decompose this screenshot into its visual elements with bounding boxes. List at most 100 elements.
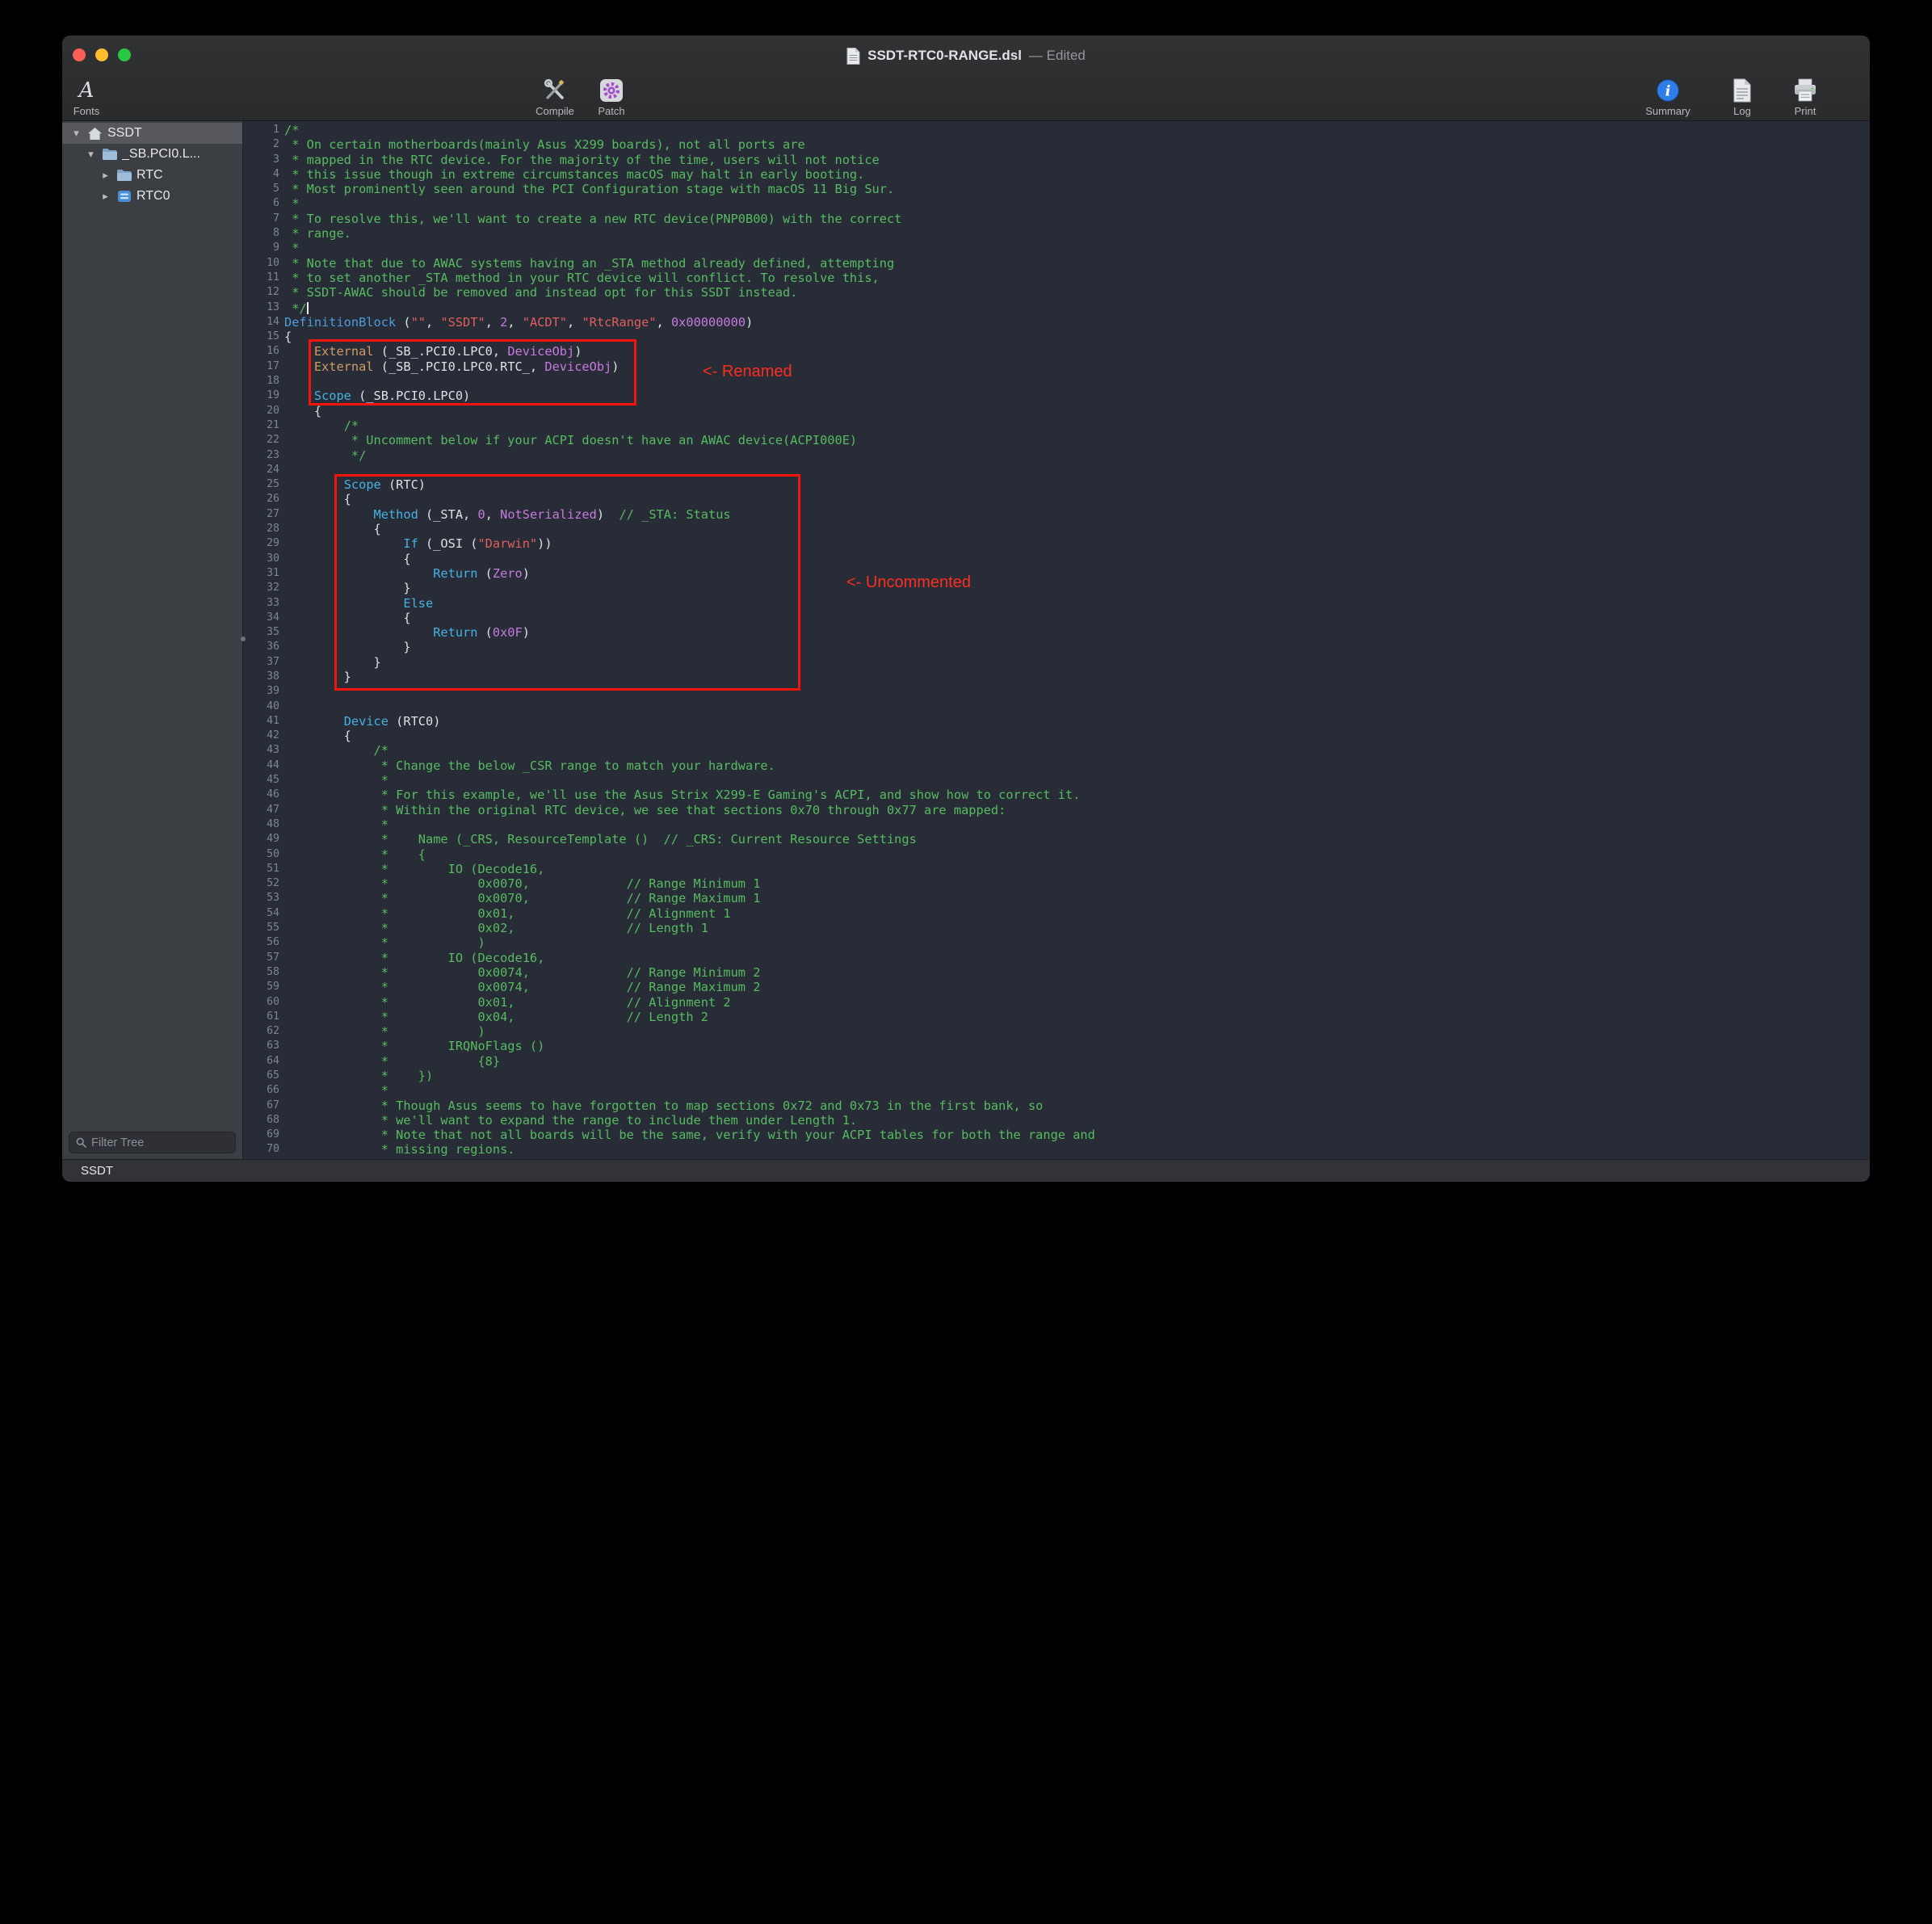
line-content (281, 684, 284, 699)
chevron-right-icon[interactable]: ▸ (99, 190, 111, 203)
filter-tree-field[interactable] (69, 1132, 236, 1153)
code-line[interactable]: 42 { (244, 729, 1870, 743)
code-line[interactable]: 55 * 0x02, // Length 1 (244, 921, 1870, 935)
line-number: 27 (244, 507, 281, 522)
code-line[interactable]: 57 * IO (Decode16, (244, 951, 1870, 965)
code-line[interactable]: 52 * 0x0070, // Range Minimum 1 (244, 876, 1870, 891)
line-content: /* (281, 418, 359, 433)
sidebar-item-label: RTC (136, 168, 163, 183)
line-number: 69 (244, 1128, 281, 1142)
code-line[interactable]: 8 * range. (244, 226, 1870, 241)
line-content: * (281, 241, 299, 255)
code-line[interactable]: 41 Device (RTC0) (244, 714, 1870, 729)
code-line[interactable]: 60 * 0x01, // Alignment 2 (244, 995, 1870, 1010)
line-number: 9 (244, 241, 281, 255)
sidebar-item-rtc[interactable]: ▸ RTC (62, 165, 242, 186)
code-line[interactable]: 11 * to set another _STA method in your … (244, 271, 1870, 285)
text-cursor (307, 302, 309, 314)
code-line[interactable]: 43 /* (244, 743, 1870, 758)
chevron-down-icon[interactable]: ▾ (85, 148, 97, 161)
code-line[interactable]: 70 * missing regions. (244, 1142, 1870, 1157)
code-line[interactable]: 12 * SSDT-AWAC should be removed and ins… (244, 285, 1870, 300)
code-line[interactable]: 14DefinitionBlock ("", "SSDT", 2, "ACDT"… (244, 315, 1870, 330)
line-number: 5 (244, 182, 281, 196)
line-content: * 0x01, // Alignment 2 (281, 995, 731, 1010)
line-number: 50 (244, 847, 281, 862)
line-content: * 0x0070, // Range Maximum 1 (281, 891, 760, 905)
chevron-right-icon[interactable]: ▸ (99, 169, 111, 182)
code-line[interactable]: 23 */ (244, 448, 1870, 463)
line-number: 68 (244, 1113, 281, 1128)
code-line[interactable]: 46 * For this example, we'll use the Asu… (244, 788, 1870, 802)
chevron-down-icon[interactable]: ▾ (70, 127, 82, 140)
line-number: 22 (244, 433, 281, 447)
code-line[interactable]: 3 * mapped in the RTC device. For the ma… (244, 153, 1870, 167)
code-line[interactable]: 21 /* (244, 418, 1870, 433)
line-content: * }) (281, 1069, 433, 1083)
code-line[interactable]: 45 * (244, 773, 1870, 788)
log-document-icon (1732, 78, 1752, 103)
line-content: * Note that not all boards will be the s… (281, 1128, 1095, 1142)
code-line[interactable]: 6 * (244, 196, 1870, 211)
code-line[interactable]: 13 */ (244, 300, 1870, 315)
code-line[interactable]: 68 * we'll want to expand the range to i… (244, 1113, 1870, 1128)
code-line[interactable]: 9 * (244, 241, 1870, 255)
code-line[interactable]: 61 * 0x04, // Length 2 (244, 1010, 1870, 1024)
line-number: 56 (244, 935, 281, 950)
code-line[interactable]: 63 * IRQNoFlags () (244, 1039, 1870, 1053)
line-number: 18 (244, 374, 281, 389)
sidebar-item-sb-pci0-l[interactable]: ▾_SB.PCI0.L... (62, 144, 242, 165)
patch-label: Patch (598, 105, 624, 117)
compile-button[interactable]: Compile (527, 76, 583, 120)
line-content: * missing regions. (281, 1142, 515, 1157)
line-content: * this issue though in extreme circumsta… (281, 167, 864, 182)
code-line[interactable]: 56 * ) (244, 935, 1870, 950)
code-line[interactable]: 59 * 0x0074, // Range Maximum 2 (244, 980, 1870, 994)
code-line[interactable]: 66 * (244, 1083, 1870, 1098)
log-button[interactable]: Log (1723, 76, 1762, 120)
code-line[interactable]: 2 * On certain motherboards(mainly Asus … (244, 137, 1870, 152)
filter-tree-input[interactable] (91, 1136, 242, 1149)
line-content: /* (281, 743, 388, 758)
line-content: * IRQNoFlags () (281, 1039, 544, 1053)
code-line[interactable]: 5 * Most prominently seen around the PCI… (244, 182, 1870, 196)
patch-button[interactable]: Patch (589, 76, 634, 120)
code-line[interactable]: 62 * ) (244, 1024, 1870, 1039)
code-line[interactable]: 4 * this issue though in extreme circums… (244, 167, 1870, 182)
code-line[interactable]: 58 * 0x0074, // Range Minimum 2 (244, 965, 1870, 980)
line-number: 2 (244, 137, 281, 152)
code-line[interactable]: 51 * IO (Decode16, (244, 862, 1870, 876)
sidebar-item-rtc0[interactable]: ▸RTC0 (62, 186, 242, 207)
code-editor[interactable]: 1/*2 * On certain motherboards(mainly As… (244, 121, 1870, 1159)
code-line[interactable]: 40 (244, 699, 1870, 714)
splitter-handle[interactable] (241, 636, 246, 641)
code-line[interactable]: 44 * Change the below _CSR range to matc… (244, 758, 1870, 773)
sidebar-item-ssdt[interactable]: ▾SSDT (62, 123, 242, 144)
code-line[interactable]: 69 * Note that not all boards will be th… (244, 1128, 1870, 1142)
line-content: */ (281, 448, 366, 463)
print-icon (1793, 78, 1817, 103)
search-icon (76, 1137, 86, 1148)
home-icon (86, 127, 103, 141)
code-line[interactable]: 64 * {8} (244, 1054, 1870, 1069)
print-button[interactable]: Print (1781, 76, 1829, 120)
code-line[interactable]: 67 * Though Asus seems to have forgotten… (244, 1099, 1870, 1113)
line-content: * to set another _STA method in your RTC… (281, 271, 880, 285)
line-number: 67 (244, 1099, 281, 1113)
fonts-button[interactable]: A Fonts (65, 76, 107, 120)
annotation-renamed: <- Renamed (703, 363, 792, 381)
code-line[interactable]: 1/* (244, 123, 1870, 137)
code-line[interactable]: 48 * (244, 817, 1870, 832)
code-line[interactable]: 53 * 0x0070, // Range Maximum 1 (244, 891, 1870, 905)
code-line[interactable]: 49 * Name (_CRS, ResourceTemplate () // … (244, 832, 1870, 846)
line-number: 58 (244, 965, 281, 980)
code-line[interactable]: 54 * 0x01, // Alignment 1 (244, 906, 1870, 921)
code-line[interactable]: 22 * Uncomment below if your ACPI doesn'… (244, 433, 1870, 447)
code-line[interactable]: 7 * To resolve this, we'll want to creat… (244, 212, 1870, 226)
code-line[interactable]: 10 * Note that due to AWAC systems havin… (244, 256, 1870, 271)
code-line[interactable]: 65 * }) (244, 1069, 1870, 1083)
code-line[interactable]: 50 * { (244, 847, 1870, 862)
summary-button[interactable]: i Summary (1637, 76, 1699, 120)
code-line[interactable]: 47 * Within the original RTC device, we … (244, 803, 1870, 817)
code-line[interactable]: 20 { (244, 404, 1870, 418)
